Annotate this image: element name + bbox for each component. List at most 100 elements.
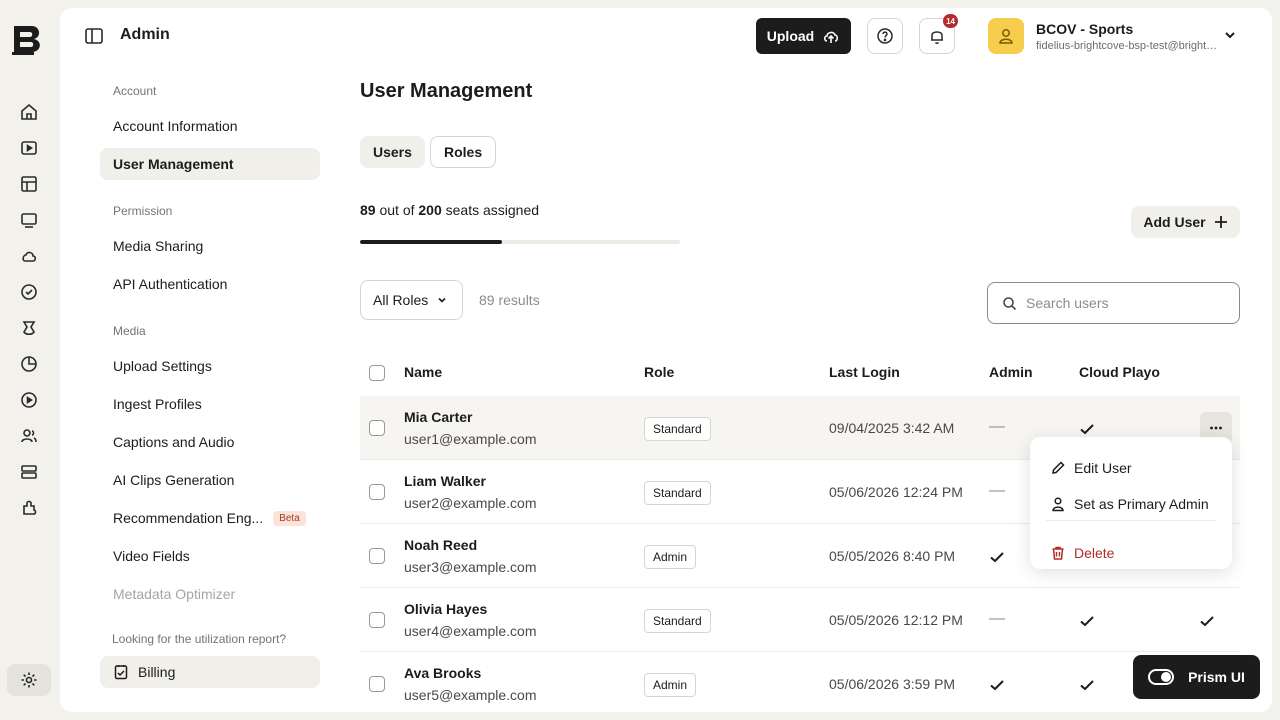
row-checkbox[interactable] (369, 676, 385, 692)
user-email: user4@example.com (404, 623, 537, 639)
add-user-button[interactable]: Add User (1131, 206, 1240, 238)
toggle-knob (1161, 672, 1172, 682)
nav-item-ingest-profiles[interactable]: Ingest Profiles (100, 388, 320, 420)
account-avatar[interactable] (988, 18, 1024, 54)
user-email: user3@example.com (404, 559, 537, 575)
column-header-name[interactable]: Name (404, 364, 442, 380)
nav-item-billing[interactable]: Billing (100, 656, 320, 688)
column-header-cloud-playout[interactable]: Cloud Playout (1079, 364, 1160, 380)
table-row[interactable]: Olivia Hayes user4@example.com Standard 05/… (360, 588, 1240, 652)
brightcove-logo-icon[interactable] (10, 22, 46, 56)
extra-column-check-icon (1198, 612, 1216, 630)
seats-summary: 89 out of 200 seats assigned (360, 202, 539, 218)
prism-ui-toggle[interactable]: Prism UI (1133, 655, 1260, 699)
more-horizontal-icon (1210, 426, 1222, 430)
seats-progress-bar (360, 240, 680, 244)
user-name[interactable]: Noah Reed (404, 537, 477, 553)
shield-icon[interactable] (19, 282, 39, 302)
nav-item-captions-and-audio[interactable]: Captions and Audio (100, 426, 320, 458)
user-name[interactable]: Ava Brooks (404, 665, 481, 681)
page-title: User Management (360, 80, 533, 102)
admin-check-icon (988, 676, 1006, 694)
plugins-icon[interactable] (19, 498, 39, 518)
analytics-icon[interactable] (19, 354, 39, 374)
trash-icon (1052, 546, 1064, 560)
admin-check-icon (988, 548, 1006, 566)
help-button[interactable] (867, 18, 903, 54)
sidebar-toggle-icon[interactable] (84, 26, 104, 46)
user-email: user5@example.com (404, 687, 537, 703)
menu-divider (1046, 520, 1216, 521)
notifications-button[interactable]: 14 (919, 14, 958, 54)
nav-item-upload-settings[interactable]: Upload Settings (100, 350, 320, 382)
seats-total: 200 (418, 202, 442, 218)
table-row[interactable]: Ava Brooks user5@example.com Admin 05/06/20… (360, 652, 1240, 712)
nav-item-api-authentication[interactable]: API Authentication (100, 268, 320, 300)
gallery-icon[interactable] (19, 318, 39, 338)
user-name[interactable]: Liam Walker (404, 473, 486, 489)
column-header-last-login[interactable]: Last Login (829, 364, 900, 380)
live-icon[interactable] (19, 390, 39, 410)
role-badge: Standard (644, 481, 711, 505)
search-input[interactable] (1026, 295, 1226, 311)
row-checkbox[interactable] (369, 548, 385, 564)
nav-item-user-management[interactable]: User Management (100, 148, 320, 180)
prism-label: Prism UI (1188, 669, 1245, 685)
tab-roles[interactable]: Roles (430, 136, 497, 168)
video-icon[interactable] (19, 138, 39, 158)
layout-icon[interactable] (19, 174, 39, 194)
toggle-switch[interactable] (1148, 669, 1175, 685)
row-checkbox[interactable] (369, 484, 385, 500)
user-icon (1052, 497, 1064, 512)
menu-item-delete[interactable]: Delete (1050, 545, 1114, 561)
admin-empty-dash: — (989, 418, 1005, 435)
select-all-checkbox[interactable] (369, 365, 385, 381)
row-actions-menu: Edit User Set as Primary Admin Delete (1030, 437, 1232, 569)
home-icon[interactable] (19, 102, 39, 122)
search-field[interactable] (987, 282, 1240, 324)
nav-item-video-fields[interactable]: Video Fields (100, 540, 320, 572)
nav-item-ai-clips-generation[interactable]: AI Clips Generation (100, 464, 320, 496)
role-badge: Admin (644, 673, 697, 697)
user-name[interactable]: Mia Carter (404, 409, 472, 425)
account-name[interactable]: BCOV - Sports (1036, 21, 1133, 37)
nav-section-account: Account (113, 84, 157, 98)
nav-item-account-information[interactable]: Account Information (100, 110, 320, 142)
nav-section-media: Media (113, 324, 146, 338)
chevron-down-icon[interactable] (1223, 28, 1237, 42)
upload-button[interactable]: Upload (756, 18, 851, 54)
last-login: 09/04/2025 3:42 AM (829, 420, 955, 436)
role-filter-value: All Roles (373, 292, 429, 308)
column-header-role[interactable]: Role (644, 364, 674, 380)
menu-item-label: Set as Primary Admin (1074, 496, 1209, 512)
server-icon[interactable] (19, 462, 39, 482)
user-email: user1@example.com (404, 431, 537, 447)
top-bar: Admin Upload 14 BCOV - Sports fidelius-b… (60, 8, 1272, 64)
menu-item-label: Delete (1074, 545, 1115, 561)
nav-item-metadata-optimizer[interactable]: Metadata Optimizer (100, 578, 320, 610)
row-checkbox[interactable] (369, 420, 385, 436)
tab-users[interactable]: Users (360, 136, 425, 168)
nav-item-recommendation-engine[interactable]: Recommendation Eng... Beta (100, 502, 320, 534)
player-icon[interactable] (19, 210, 39, 230)
audience-icon[interactable] (19, 426, 39, 446)
row-checkbox[interactable] (369, 612, 385, 628)
column-header-admin[interactable]: Admin (989, 364, 1033, 380)
nav-item-media-sharing[interactable]: Media Sharing (100, 230, 320, 262)
utilization-hint: Looking for the utilization report? (112, 632, 287, 646)
account-email: fidelius-brightcove-bsp-test@brightcove.… (1036, 40, 1218, 52)
role-filter-select[interactable]: All Roles (360, 280, 463, 320)
admin-empty-dash: — (989, 610, 1005, 627)
add-user-label: Add User (1143, 214, 1206, 230)
user-name[interactable]: Olivia Hayes (404, 601, 487, 617)
role-badge: Standard (644, 609, 711, 633)
main-panel: Admin Upload 14 BCOV - Sports fidelius-b… (60, 8, 1272, 712)
seats-assigned: 89 (360, 202, 376, 218)
seats-suffix: seats assigned (445, 202, 540, 218)
last-login: 05/06/2026 12:24 PM (829, 484, 963, 500)
settings-button[interactable] (7, 664, 51, 696)
cloud-icon[interactable] (19, 246, 39, 266)
notification-badge: 14 (943, 14, 958, 28)
menu-item-set-primary-admin[interactable]: Set as Primary Admin (1050, 496, 1209, 512)
menu-item-edit-user[interactable]: Edit User (1050, 460, 1132, 476)
